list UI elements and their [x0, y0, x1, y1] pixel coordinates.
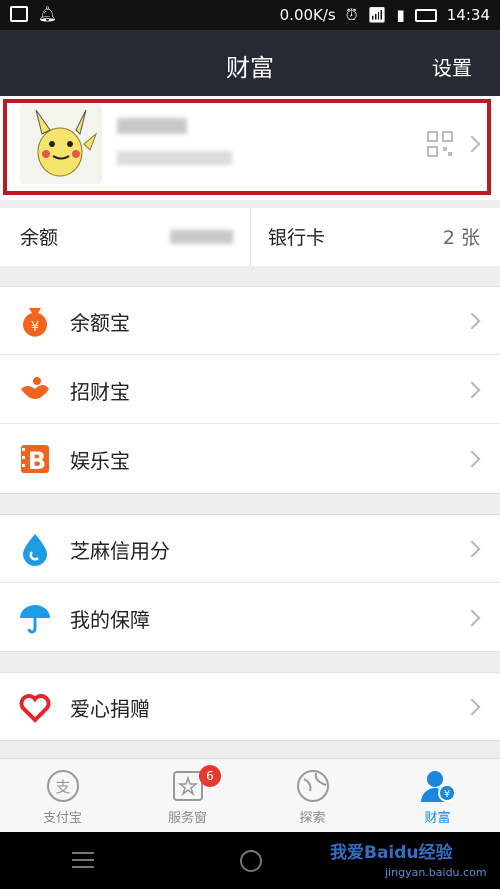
menu-item-zhaocaibao[interactable]: 招财宝: [0, 356, 500, 424]
network-speed: 0.00K/s: [279, 6, 336, 24]
menu-item-label: 爱心捐赠: [70, 697, 150, 721]
title-bar: 财富 设置: [0, 30, 500, 96]
menu-item-label: 招财宝: [70, 380, 130, 404]
sesame-credit-icon: [23, 534, 47, 566]
settings-button[interactable]: 设置: [432, 52, 472, 81]
umbrella-icon: [20, 605, 50, 634]
svg-text:¥: ¥: [444, 789, 450, 800]
tab-service-window[interactable]: 6 服务窗: [125, 759, 250, 833]
menu-item-my-protection[interactable]: 我的保障: [0, 584, 500, 652]
chevron-right-icon: [463, 609, 481, 627]
divider: [250, 208, 251, 266]
watermark-text: 我爱Baidu经验: [330, 843, 453, 863]
home-icon[interactable]: [240, 850, 262, 872]
tab-label: 财富: [424, 811, 451, 826]
separator: [0, 354, 500, 355]
yuebao-icon: ¥: [23, 308, 47, 337]
battery-icon: [414, 8, 437, 22]
chevron-right-icon: [463, 698, 481, 716]
profile-card[interactable]: [0, 96, 500, 200]
tab-label: 探索: [299, 811, 326, 826]
tab-wealth[interactable]: ¥ 财富: [375, 759, 500, 833]
menu-item-label: 余额宝: [70, 311, 130, 335]
bank-card-count[interactable]: 2 张: [443, 223, 480, 250]
signal-icon: ▮: [396, 6, 405, 24]
chevron-right-icon: [463, 312, 481, 330]
wealth-icon: ¥: [421, 771, 455, 802]
explore-icon: [297, 770, 329, 802]
menu-item-yuebao[interactable]: ¥ 余额宝: [0, 287, 500, 355]
menu-item-label: 芝麻信用分: [70, 539, 170, 563]
svg-text:B: B: [28, 447, 46, 475]
gallery-icon: [10, 6, 28, 22]
menu-item-label: 娱乐宝: [70, 449, 130, 473]
separator: [0, 423, 500, 424]
clock: 14:34: [446, 6, 490, 24]
tab-label: 服务窗: [167, 811, 207, 826]
balance-row: 余额 银行卡 2 张: [0, 208, 500, 266]
account-blurred: [117, 151, 232, 165]
notification-icon: 🔔︎: [38, 5, 58, 23]
balance-value-blurred: [170, 230, 233, 244]
svg-text:支: 支: [55, 778, 70, 796]
user-name-blurred: [117, 118, 187, 134]
heart-icon: [19, 694, 51, 723]
chevron-right-icon: [463, 450, 481, 468]
menu-item-love-donation[interactable]: 爱心捐赠: [0, 673, 500, 741]
notification-badge: 6: [199, 765, 221, 787]
tab-explore[interactable]: 探索: [250, 759, 375, 833]
svg-text:¥: ¥: [31, 320, 39, 335]
avatar: [20, 104, 102, 184]
watermark-url: jingyan.baidu.com: [385, 866, 487, 879]
menu-group-credit: 芝麻信用分 我的保障: [0, 514, 500, 652]
wifi-icon: 📶︎: [367, 6, 387, 24]
separator: [0, 582, 500, 583]
bottom-tab-bar: 支 支付宝 6 服务窗 探索 ¥ 财富: [0, 758, 500, 832]
tab-label: 支付宝: [42, 811, 82, 826]
menu-item-yulebao[interactable]: B 娱乐宝: [0, 425, 500, 493]
status-bar: 🔔︎ 0.00K/s ⏰︎ 📶︎ ▮ 14:34: [0, 0, 500, 30]
balance-label[interactable]: 余额: [20, 223, 58, 250]
zhaocaibao-icon: [21, 377, 49, 399]
alarm-icon: ⏰︎: [345, 6, 358, 24]
qr-code-icon[interactable]: [427, 131, 453, 157]
page-title: 财富: [226, 54, 274, 82]
menu-group-charity: 爱心捐赠: [0, 672, 500, 741]
menu-icon[interactable]: [72, 852, 94, 873]
menu-group-wealth: ¥ 余额宝 招财宝 B 娱乐宝: [0, 286, 500, 494]
yulebao-icon: B: [21, 445, 49, 475]
tab-alipay[interactable]: 支 支付宝: [0, 759, 125, 833]
alipay-icon: 支: [47, 770, 79, 802]
chevron-right-icon: [463, 540, 481, 558]
menu-item-sesame-credit[interactable]: 芝麻信用分: [0, 515, 500, 583]
chevron-right-icon: [463, 381, 481, 399]
menu-item-label: 我的保障: [70, 608, 150, 632]
bank-card-label[interactable]: 银行卡: [268, 223, 325, 250]
